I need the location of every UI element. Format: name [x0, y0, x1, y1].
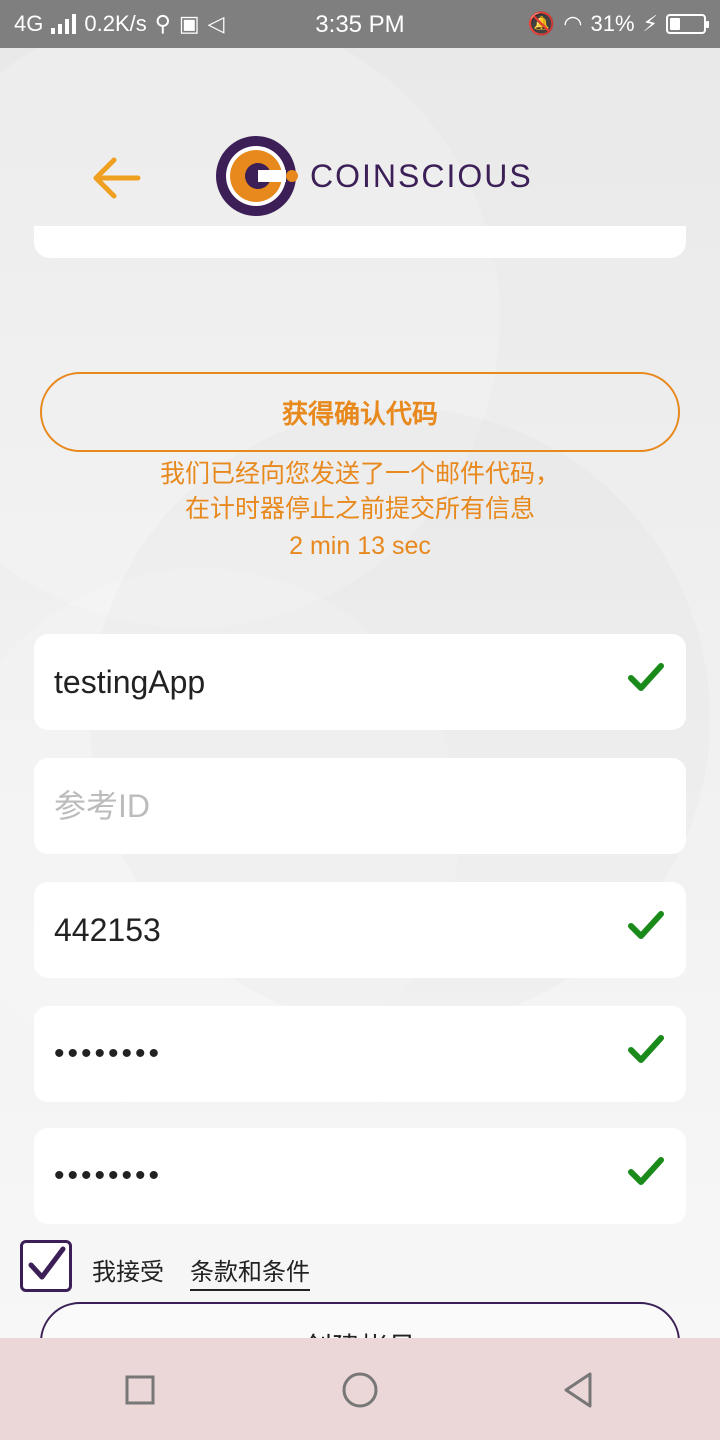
username-input[interactable] — [54, 634, 614, 730]
back-arrow-icon[interactable] — [88, 150, 144, 206]
home-icon[interactable] — [336, 1366, 384, 1414]
status-bar: 4G 0.2K/s ⚲ ▣ ◁ 3:35 PM 🔕 ◠ 31% ⚡ — [0, 0, 720, 48]
verification-code-field — [34, 882, 686, 978]
checkmark-icon — [28, 1246, 66, 1280]
recent-apps-icon[interactable] — [116, 1366, 164, 1414]
reference-id-input[interactable] — [54, 758, 614, 854]
previous-field-edge — [34, 226, 686, 258]
valid-check-icon — [628, 1157, 664, 1185]
code-sent-message: 我们已经向您发送了一个邮件代码， — [159, 460, 560, 488]
valid-check-icon — [628, 911, 664, 939]
username-field — [34, 634, 686, 730]
countdown-timer: 2 min 13 sec — [289, 532, 431, 560]
reference-id-field — [34, 758, 686, 854]
back-icon[interactable] — [556, 1366, 604, 1414]
terms-checkbox[interactable] — [20, 1240, 72, 1292]
terms-row: 我接受 条款和条件 — [20, 1240, 700, 1294]
get-code-button[interactable]: 获得确认代码 — [40, 372, 680, 452]
confirm-password-input[interactable]: •••••••• — [54, 1128, 162, 1224]
verification-code-input[interactable] — [54, 882, 614, 978]
charging-icon: ⚡ — [642, 11, 658, 36]
valid-check-icon — [628, 663, 664, 691]
notifications-off-icon: 🔕 — [527, 11, 556, 36]
terms-accept-label: 我接受 — [92, 1259, 164, 1286]
password-field[interactable]: •••••••• — [34, 1006, 686, 1102]
valid-check-icon — [628, 1035, 664, 1063]
password-input[interactable]: •••••••• — [54, 1006, 162, 1102]
battery-icon — [666, 14, 709, 34]
wifi-icon: ◠ — [563, 11, 583, 36]
status-right: 🔕 ◠ 31% ⚡ — [527, 11, 709, 37]
navigation-bar — [0, 1338, 720, 1440]
brand-name: COINSCIOUS — [310, 158, 533, 194]
battery-percent: 31% — [590, 11, 635, 36]
coinscious-logo — [216, 136, 298, 216]
code-sent-instruction: 在计时器停止之前提交所有信息 — [184, 495, 535, 523]
terms-link[interactable]: 条款和条件 — [190, 1252, 310, 1291]
confirm-password-field[interactable]: •••••••• — [34, 1128, 686, 1224]
